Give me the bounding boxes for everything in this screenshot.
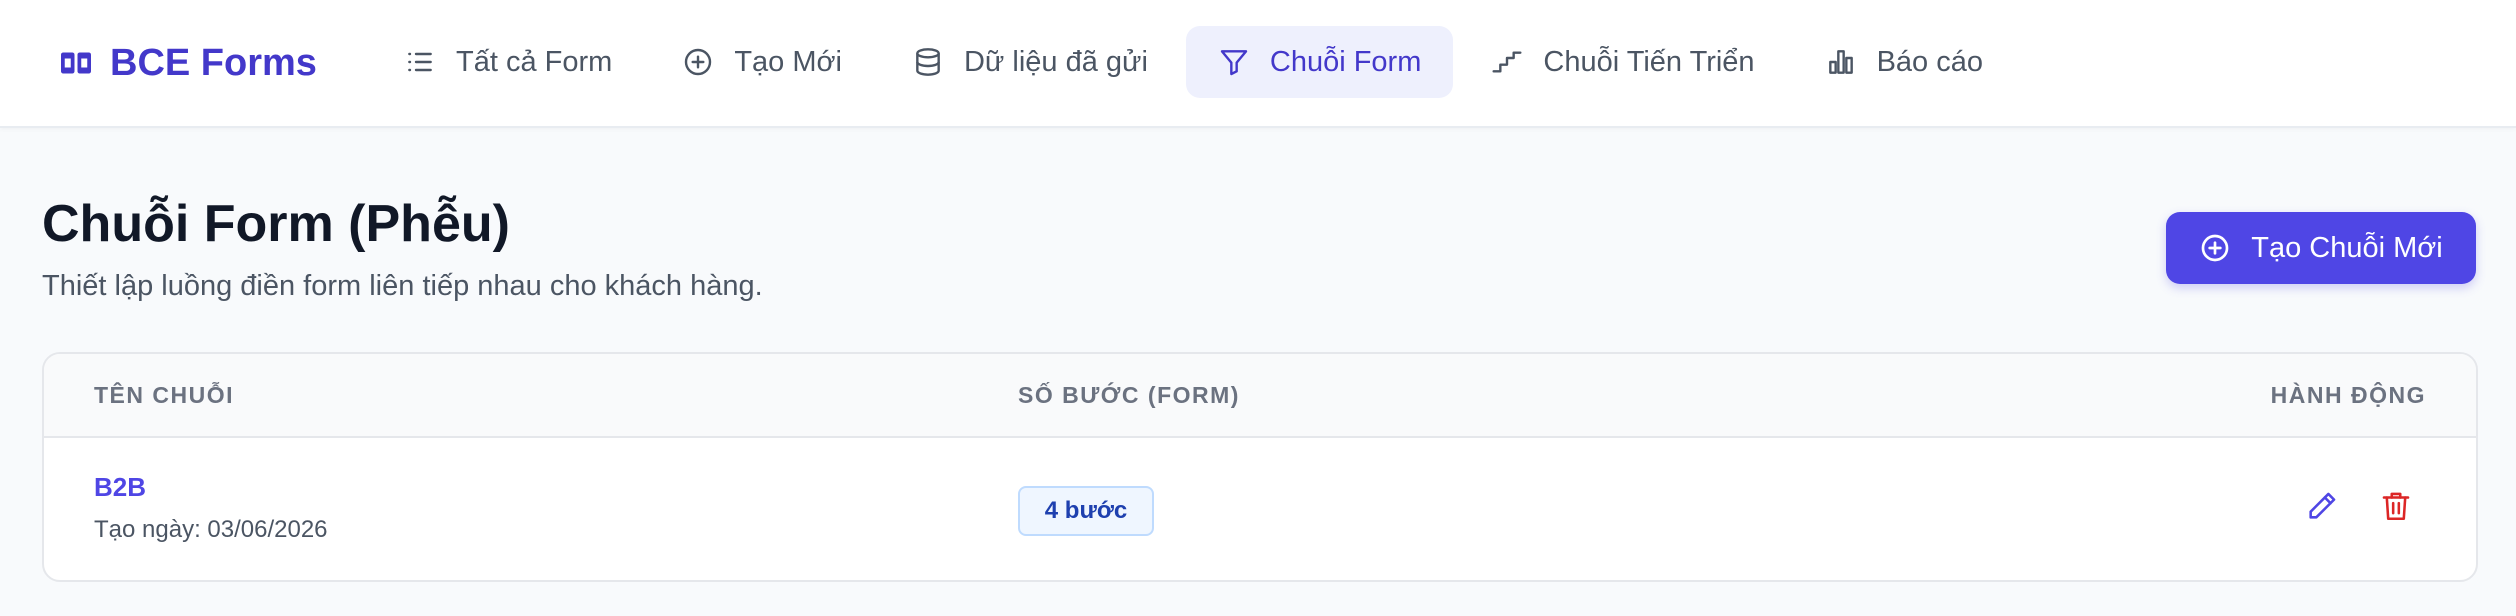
logo-icon: [61, 52, 91, 74]
steps-badge: 4 bước: [1018, 486, 1154, 536]
column-header-steps: SỐ BƯỚC (FORM): [1018, 382, 1240, 408]
nav-item-form-chains[interactable]: Chuỗi Form: [1185, 26, 1454, 98]
brand-name: BCE Forms: [110, 41, 317, 84]
stairs-icon: [1492, 51, 1522, 73]
nav-item-progress-chains[interactable]: Chuỗi Tiến Triển: [1459, 26, 1786, 98]
chains-table: TÊN CHUỖI SỐ BƯỚC (FORM) HÀNH ĐỘNG B2B T…: [42, 352, 2478, 582]
filter-icon: [1220, 50, 1248, 76]
create-chain-button[interactable]: Tạo Chuỗi Mới: [2166, 212, 2476, 284]
nav-item-create-new[interactable]: Tạo Mới: [650, 26, 874, 98]
nav-item-label: Tất cả Form: [456, 45, 613, 78]
database-icon: [916, 48, 940, 76]
edit-button[interactable]: [2298, 482, 2346, 530]
top-navbar: BCE Forms Tất cả Form Tạo Mới Dữ liệu đã…: [0, 0, 2516, 128]
delete-button[interactable]: [2372, 482, 2420, 530]
nav-item-all-forms[interactable]: Tất cả Form: [372, 26, 644, 98]
page-title: Chuỗi Form (Phễu): [42, 195, 510, 253]
nav-item-reports[interactable]: Báo cáo: [1793, 26, 2015, 98]
nav-item-label: Báo cáo: [1876, 45, 1983, 78]
plus-circle-icon: [2201, 234, 2229, 262]
nav-item-submitted-data[interactable]: Dữ liệu đã gửi: [880, 26, 1180, 98]
brand-logo[interactable]: BCE Forms: [58, 38, 317, 88]
trash-icon: [2382, 492, 2410, 521]
column-header-name: TÊN CHUỖI: [94, 382, 234, 408]
main-nav: Tất cả Form Tạo Mới Dữ liệu đã gửi Chuỗi…: [372, 26, 2015, 98]
page-subtitle: Thiết lập luồng điền form liên tiếp nhau…: [42, 270, 763, 302]
pencil-icon: [2309, 492, 2336, 519]
table-header: TÊN CHUỖI SỐ BƯỚC (FORM) HÀNH ĐỘNG: [44, 354, 2476, 438]
bar-chart-icon: [1828, 50, 1853, 74]
list-icon: [408, 52, 432, 72]
nav-item-label: Tạo Mới: [734, 45, 842, 78]
nav-item-label: Dữ liệu đã gửi: [963, 45, 1148, 78]
chain-created-date: Tạo ngày: 03/06/2026: [94, 516, 328, 543]
nav-item-label: Chuỗi Tiến Triển: [1543, 45, 1755, 78]
column-header-actions: HÀNH ĐỘNG: [2270, 382, 2426, 408]
create-chain-label: Tạo Chuỗi Mới: [2251, 231, 2443, 264]
plus-circle-icon: [685, 48, 712, 76]
chain-name-link[interactable]: B2B: [94, 472, 146, 503]
nav-item-label: Chuỗi Form: [1269, 45, 1422, 78]
